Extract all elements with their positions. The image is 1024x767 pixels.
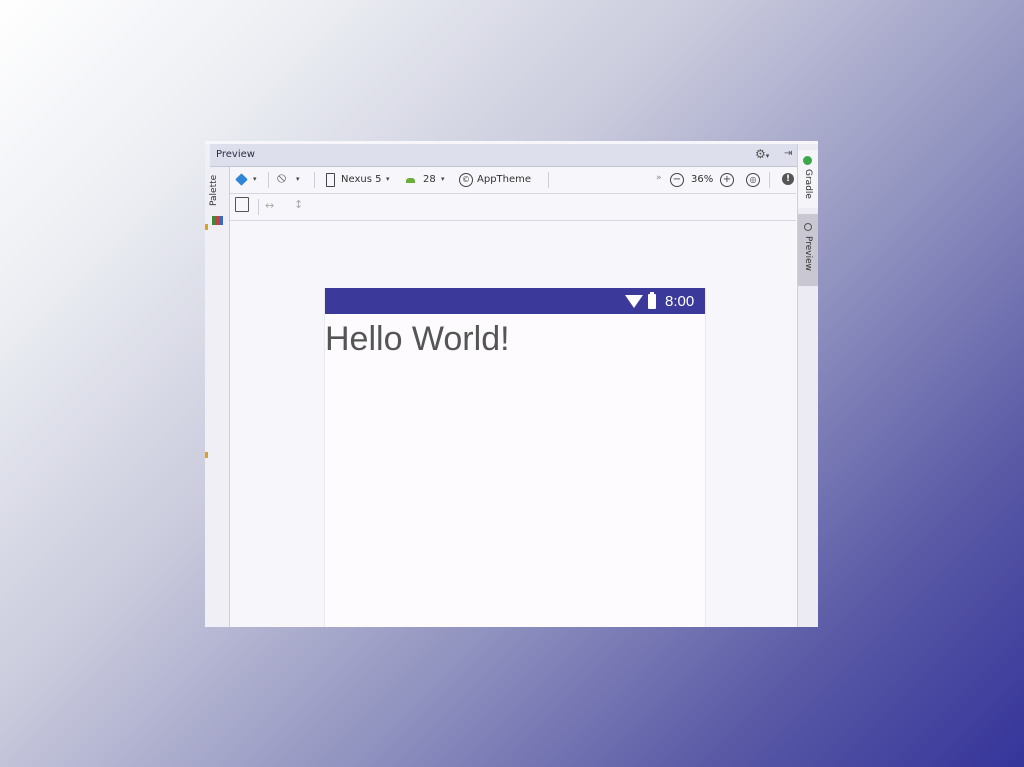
zoom-level: 36%: [691, 174, 714, 185]
status-clock: 8:00: [665, 293, 695, 310]
wifi-icon: [625, 295, 643, 308]
chevron-down-icon[interactable]: ▾: [253, 175, 257, 183]
hide-icon[interactable]: ⇥: [784, 148, 792, 159]
gradle-icon: [803, 156, 812, 165]
theme-icon[interactable]: ©: [459, 173, 473, 187]
palette-icon[interactable]: [212, 216, 223, 225]
marker: [205, 224, 208, 230]
preview-tab-label: Preview: [803, 236, 813, 272]
divider: [258, 199, 259, 215]
divider: [769, 172, 770, 188]
gradle-tab[interactable]: Gradle: [798, 150, 818, 208]
chevron-down-icon[interactable]: ▾: [441, 175, 445, 183]
gradle-tab-label: Gradle: [803, 169, 813, 199]
divider: [268, 172, 269, 188]
divider: [548, 172, 549, 188]
device-icon[interactable]: [326, 173, 335, 187]
api-level-selector[interactable]: 28: [423, 174, 436, 185]
android-icon[interactable]: [406, 178, 415, 183]
chevron-down-icon[interactable]: ▾: [296, 175, 300, 183]
theme-selector[interactable]: AppTheme: [477, 174, 531, 185]
zoom-fit-icon[interactable]: ◎: [746, 173, 760, 187]
eye-icon: [804, 223, 812, 231]
horizontal-resize-icon[interactable]: ↔: [265, 199, 274, 212]
zoom-in-icon[interactable]: +: [720, 173, 734, 187]
title-bar: Preview ⚙▾ ⇥: [210, 144, 801, 167]
preview-panel: Palette Preview ⚙▾ ⇥ ▾ ⦸ ▾ Nexus 5 ▾ 28 …: [205, 141, 818, 627]
battery-icon: [648, 292, 656, 309]
gear-icon[interactable]: ⚙▾: [755, 147, 769, 161]
palette-tab[interactable]: Palette: [209, 175, 219, 206]
left-tool-strip: Palette: [205, 144, 230, 627]
design-canvas: 8:00 Hello World!: [230, 221, 796, 627]
zoom-out-icon[interactable]: −: [670, 173, 684, 187]
chevron-down-icon[interactable]: ▾: [386, 175, 390, 183]
right-tool-strip: Gradle Preview: [797, 144, 818, 627]
hello-textview[interactable]: Hello World!: [325, 320, 510, 359]
layout-columns-icon[interactable]: [235, 197, 249, 212]
status-bar: 8:00: [325, 288, 705, 314]
panel-title: Preview: [216, 149, 255, 160]
secondary-toolbar: ↔ ↕: [230, 194, 796, 221]
layers-icon[interactable]: [235, 173, 248, 186]
vertical-resize-icon[interactable]: ↕: [294, 198, 303, 211]
overflow-icon[interactable]: »: [656, 173, 662, 183]
device-screen: 8:00 Hello World!: [324, 288, 706, 627]
orientation-icon[interactable]: ⦸: [277, 170, 286, 186]
design-toolbar: ▾ ⦸ ▾ Nexus 5 ▾ 28 ▾ © AppTheme » − 36% …: [230, 167, 796, 194]
device-selector[interactable]: Nexus 5: [341, 174, 381, 185]
marker: [205, 452, 208, 458]
preview-tab[interactable]: Preview: [798, 214, 818, 286]
divider: [314, 172, 315, 188]
warning-icon[interactable]: !: [782, 173, 794, 185]
